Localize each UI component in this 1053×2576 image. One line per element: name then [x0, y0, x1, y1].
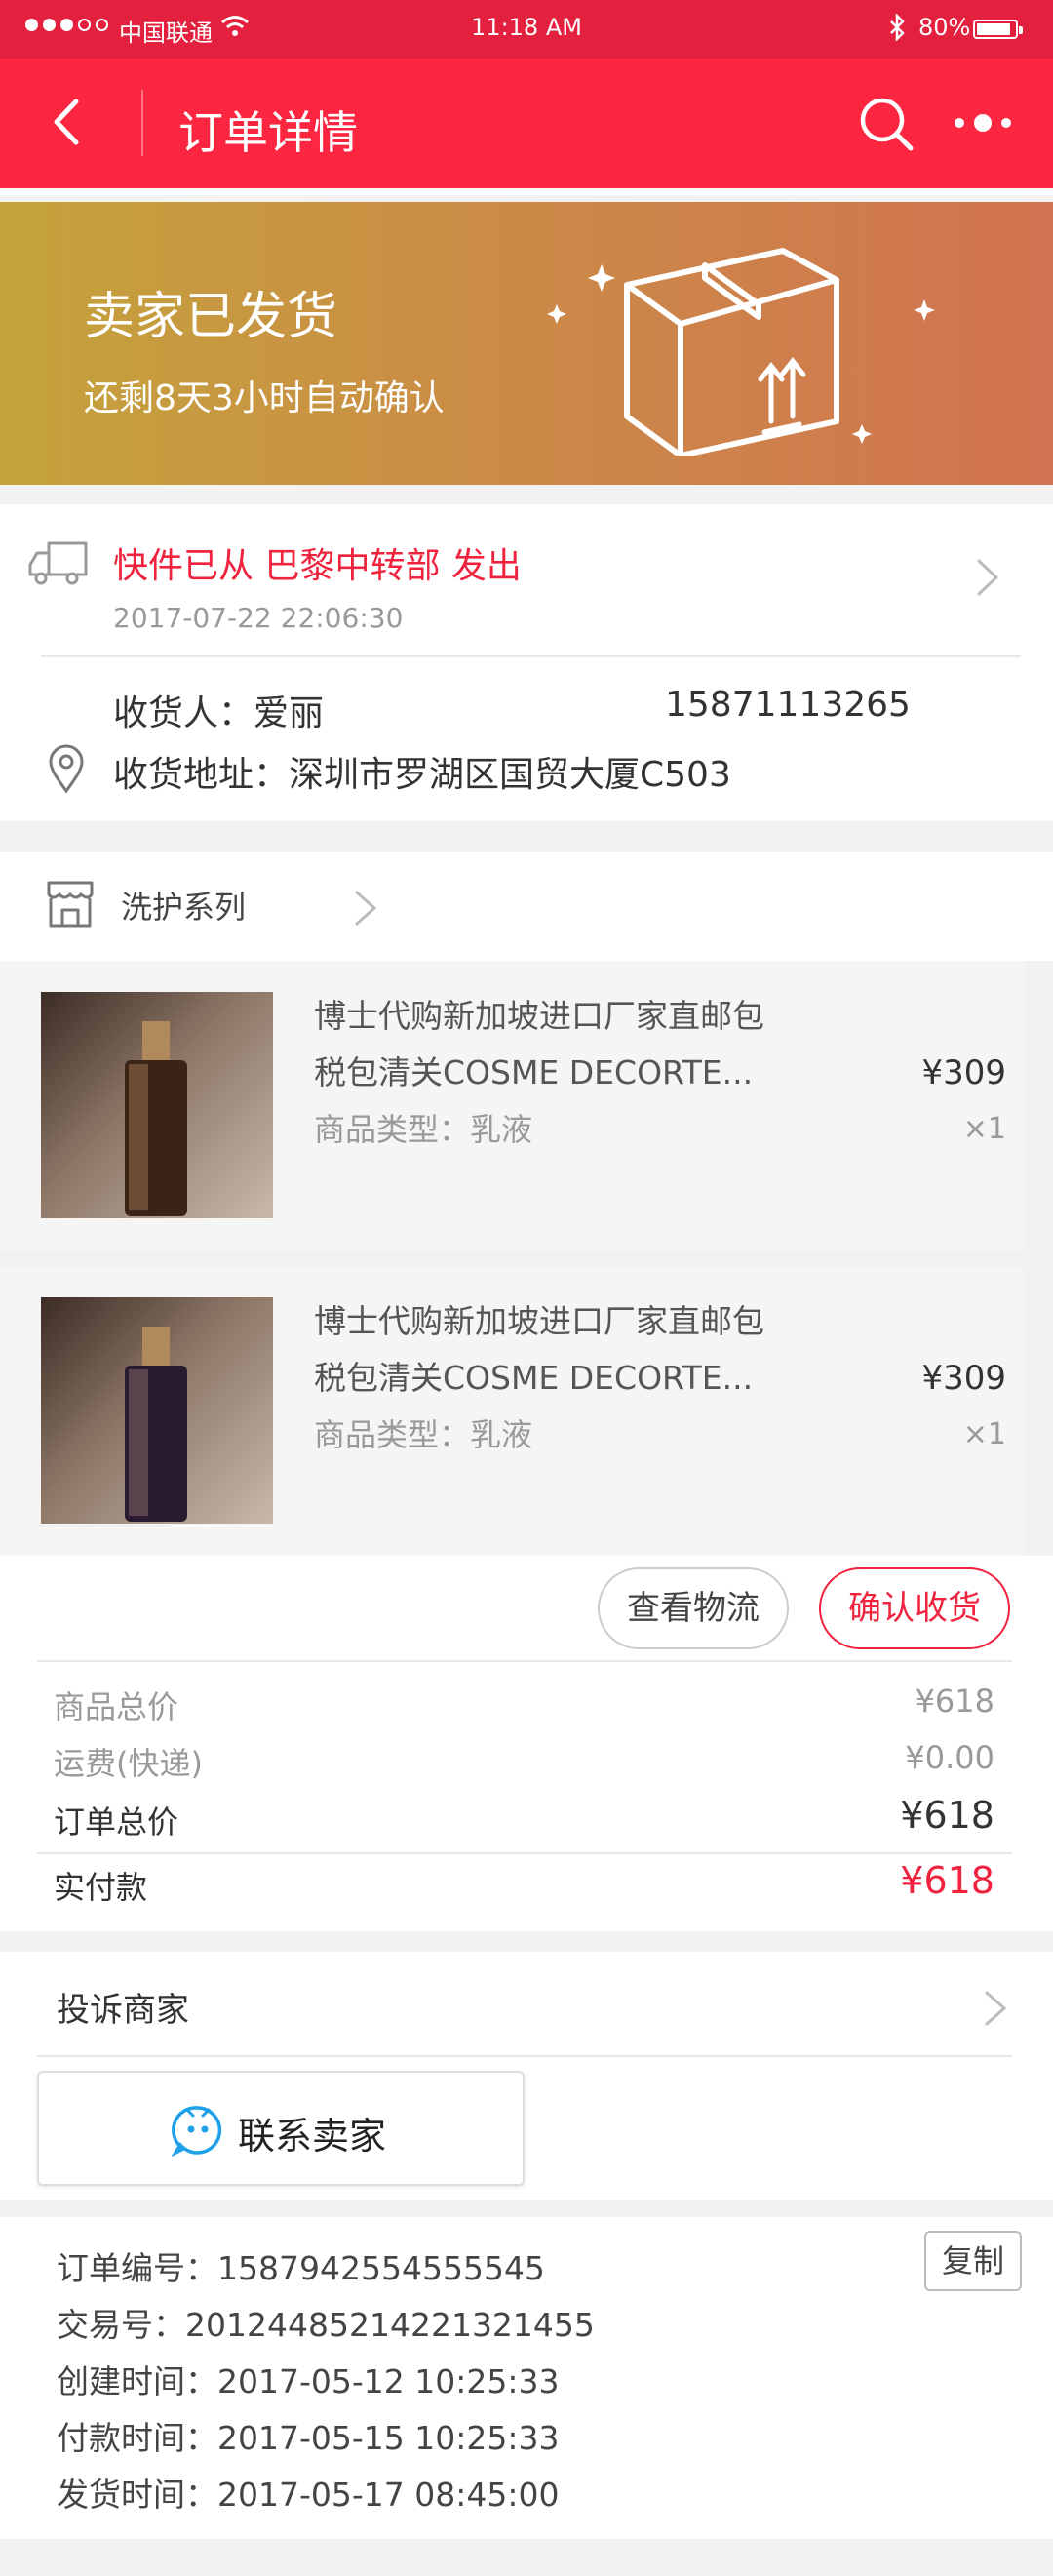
paid-label: 实付款 — [54, 1869, 148, 1906]
product-item[interactable]: 博士代购新加坡进口厂家直邮包 税包清关COSME DECORTE... 商品类型… — [0, 961, 1024, 1250]
search-icon[interactable] — [858, 96, 915, 152]
product-image[interactable] — [41, 992, 273, 1218]
product-price: ¥309 — [921, 1053, 1006, 1092]
product-quantity: ×1 — [962, 1417, 1006, 1451]
bluetooth-icon — [890, 14, 905, 41]
nav-divider — [141, 90, 143, 156]
complain-section: 投诉商家 联系卖家 — [0, 1952, 1053, 2200]
shop-header[interactable]: 洗护系列 — [0, 852, 1053, 961]
status-bar: 中国联通 11:18 AM 80% — [0, 0, 1053, 59]
location-pin-icon — [49, 744, 84, 794]
order-total-value: ¥618 — [900, 1794, 994, 1837]
divider — [37, 2055, 1012, 2057]
product-item[interactable]: 博士代购新加坡进口厂家直邮包 税包清关COSME DECORTE... 商品类型… — [0, 1266, 1024, 1556]
contact-seller-label: 联系卖家 — [238, 2115, 387, 2158]
goods-total-row: 商品总价 ¥618 — [54, 1683, 994, 1727]
freight-row: 运费(快递) ¥0.00 — [54, 1739, 994, 1784]
paid-value: ¥618 — [900, 1859, 994, 1902]
freight-value: ¥0.00 — [905, 1739, 994, 1776]
tracking-time: 2017-07-22 22:06:30 — [113, 602, 404, 634]
order-total-label: 订单总价 — [54, 1803, 179, 1841]
order-summary-section: 查看物流 确认收货 商品总价 ¥618 运费(快递) ¥0.00 订单总价 ¥6… — [0, 1556, 1053, 1931]
divider — [41, 655, 1021, 657]
order-total-row: 订单总价 ¥618 — [54, 1794, 994, 1843]
order-status-banner: 卖家已发货 还剩8天3小时自动确认 — [0, 202, 1053, 485]
goods-total-label: 商品总价 — [54, 1688, 179, 1725]
paid-row: 实付款 ¥618 — [54, 1859, 994, 1908]
order-info-section: 订单编号：1587942554555545 复制 交易号：20124485214… — [0, 2217, 1053, 2539]
product-bottle-graphic — [125, 1021, 187, 1216]
product-title-line1: 博士代购新加坡进口厂家直邮包 — [314, 1302, 764, 1340]
shipping-status: 卖家已发货 — [84, 288, 338, 346]
product-quantity: ×1 — [962, 1112, 1006, 1146]
chevron-right-icon[interactable] — [971, 553, 1006, 602]
contact-seller-button[interactable]: 联系卖家 — [37, 2071, 525, 2186]
chevron-right-icon[interactable] — [351, 887, 380, 930]
truck-icon — [28, 541, 88, 585]
product-title-line1: 博士代购新加坡进口厂家直邮包 — [314, 997, 764, 1035]
auto-confirm-countdown: 还剩8天3小时自动确认 — [84, 378, 445, 418]
paid-time: 付款时间：2017-05-15 10:25:33 — [57, 2419, 560, 2457]
product-title-line2: 税包清关COSME DECORTE... — [314, 1053, 754, 1091]
page-title: 订单详情 — [178, 106, 358, 159]
product-type: 商品类型：乳液 — [314, 1111, 533, 1148]
shipped-time: 发货时间：2017-05-17 08:45:00 — [57, 2476, 560, 2514]
chevron-right-icon[interactable] — [981, 1987, 1010, 2030]
receiver-address: 收货地址：深圳市罗湖区国贸大厦C503 — [113, 755, 731, 795]
trade-number: 交易号：20124485214221321455 — [57, 2306, 595, 2344]
product-price: ¥309 — [921, 1359, 1006, 1398]
store-icon — [47, 881, 94, 928]
freight-label: 运费(快递) — [54, 1745, 203, 1782]
goods-total-value: ¥618 — [915, 1683, 994, 1720]
shop-name[interactable]: 洗护系列 — [121, 883, 246, 928]
chat-face-icon — [172, 2106, 222, 2157]
battery-icon — [973, 20, 1023, 39]
divider — [37, 1852, 1012, 1854]
confirm-receipt-button[interactable]: 确认收货 — [819, 1567, 1010, 1649]
back-icon[interactable] — [39, 88, 98, 156]
package-icon — [547, 248, 935, 456]
tracking-status: 快件已从 巴黎中转部 发出 — [113, 546, 522, 586]
product-bottle-graphic — [125, 1327, 187, 1522]
product-title-line2: 税包清关COSME DECORTE... — [314, 1359, 754, 1397]
created-time: 创建时间：2017-05-12 10:25:33 — [57, 2362, 560, 2400]
complain-seller-link[interactable]: 投诉商家 — [57, 1983, 189, 2031]
divider — [37, 1660, 1012, 1662]
product-image[interactable] — [41, 1297, 273, 1524]
view-logistics-button[interactable]: 查看物流 — [598, 1567, 789, 1649]
receiver-name: 收货人：爱丽 — [113, 694, 325, 733]
product-type: 商品类型：乳液 — [314, 1416, 533, 1453]
battery-percent: 80% — [918, 14, 971, 41]
copy-button[interactable]: 复制 — [924, 2231, 1022, 2291]
shipping-info-section[interactable]: 快件已从 巴黎中转部 发出 2017-07-22 22:06:30 收货人：爱丽… — [0, 504, 1053, 821]
nav-bar: 订单详情 — [0, 59, 1053, 195]
order-number: 订单编号：1587942554555545 — [57, 2249, 545, 2287]
receiver-phone: 15871113265 — [665, 685, 911, 725]
more-icon[interactable] — [952, 105, 1014, 140]
